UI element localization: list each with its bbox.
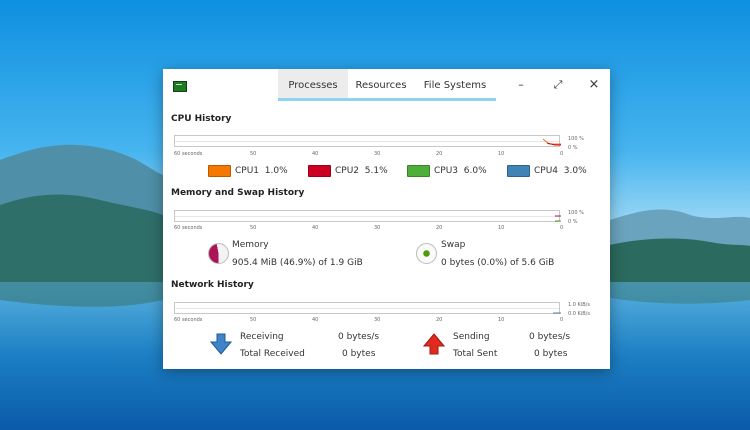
tab-processes[interactable]: Processes (278, 69, 348, 101)
swap-pie-color-button[interactable] (416, 243, 437, 264)
total-received-value: 0 bytes (342, 349, 376, 359)
memory-x-tick: 40 (312, 225, 319, 231)
cpu2-color-button[interactable] (308, 165, 331, 177)
cpu-x-tick: 50 (250, 151, 257, 157)
cpu3-legend: CPU3 6.0% (434, 166, 487, 176)
memory-swap-history-title: Memory and Swap History (171, 188, 305, 198)
receiving-rate: 0 bytes/s (338, 332, 380, 342)
memory-y-tick-max: 100 % (568, 210, 584, 216)
cpu-x-tick: 60 seconds (174, 151, 203, 157)
memory-history-graph (174, 210, 561, 222)
cpu-y-tick-min: 0 % (568, 145, 578, 151)
memory-x-tick: 20 (436, 225, 443, 231)
cpu-history-graph (174, 135, 561, 147)
tab-resources[interactable]: Resources (348, 69, 414, 101)
tab-file-systems[interactable]: File Systems (414, 69, 496, 101)
memory-x-tick: 50 (250, 225, 257, 231)
cpu-x-tick: 30 (374, 151, 381, 157)
network-x-tick: 30 (374, 317, 381, 323)
receiving-arrow-down-icon[interactable] (210, 333, 232, 355)
swap-detail: 0 bytes (0.0%) of 5.6 GiB (441, 258, 555, 268)
cpu4-legend: CPU4 3.0% (534, 166, 587, 176)
cpu-x-tick: 40 (312, 151, 319, 157)
cpu3-color-button[interactable] (407, 165, 430, 177)
network-y-tick-max: 1.0 KiB/s (568, 302, 590, 308)
cpu2-legend: CPU2 5.1% (335, 166, 388, 176)
memory-pie-color-button[interactable] (208, 243, 229, 264)
memory-x-tick: 10 (498, 225, 505, 231)
cpu-x-tick: 0 (560, 151, 564, 157)
memory-x-tick: 60 seconds (174, 225, 203, 231)
memory-history-lines (555, 215, 561, 222)
cpu-x-tick: 10 (498, 151, 505, 157)
network-x-tick: 10 (498, 317, 505, 323)
swap-label: Swap (441, 240, 466, 250)
close-button[interactable]: × (587, 78, 601, 92)
cpu-history-title: CPU History (171, 114, 232, 124)
cpu1-color-button[interactable] (208, 165, 231, 177)
tab-resources-label: Resources (355, 80, 407, 91)
network-x-tick: 40 (312, 317, 319, 323)
cpu1-legend: CPU1 1.0% (235, 166, 288, 176)
maximize-button[interactable]: ⤢ (551, 78, 565, 92)
total-sent-label: Total Sent (453, 349, 498, 359)
total-received-label: Total Received (240, 349, 305, 359)
network-history-title: Network History (171, 280, 254, 290)
terminal-app-icon (173, 81, 187, 92)
network-x-tick: 50 (250, 317, 257, 323)
title-bar[interactable]: Processes Resources File Systems – ⤢ × (163, 69, 610, 101)
sending-label: Sending (453, 332, 490, 342)
tab-underline (348, 98, 414, 101)
network-x-tick: 60 seconds (174, 317, 203, 323)
receiving-label: Receiving (240, 332, 284, 342)
tab-file-systems-label: File Systems (423, 80, 487, 91)
memory-detail: 905.4 MiB (46.9%) of 1.9 GiB (232, 258, 363, 268)
cpu-y-tick-max: 100 % (568, 136, 584, 142)
cpu-x-tick: 20 (436, 151, 443, 157)
sending-arrow-up-icon[interactable] (423, 333, 445, 355)
total-sent-value: 0 bytes (534, 349, 568, 359)
cpu4-color-button[interactable] (507, 165, 530, 177)
network-x-tick: 20 (436, 317, 443, 323)
tab-underline (414, 98, 496, 101)
network-x-tick: 0 (560, 317, 564, 323)
minimize-button[interactable]: – (514, 78, 528, 92)
system-monitor-window: Processes Resources File Systems – ⤢ × C… (163, 69, 610, 369)
network-history-lines (553, 312, 561, 314)
memory-label: Memory (232, 240, 269, 250)
memory-x-tick: 0 (560, 225, 564, 231)
tab-underline (278, 98, 348, 101)
network-history-graph (174, 302, 561, 314)
tab-processes-label: Processes (288, 80, 338, 91)
memory-x-tick: 30 (374, 225, 381, 231)
sending-rate: 0 bytes/s (529, 332, 571, 342)
cpu-history-lines (542, 138, 561, 146)
network-y-tick-min: 0.0 KiB/s (568, 311, 590, 317)
memory-y-tick-min: 0 % (568, 219, 578, 225)
